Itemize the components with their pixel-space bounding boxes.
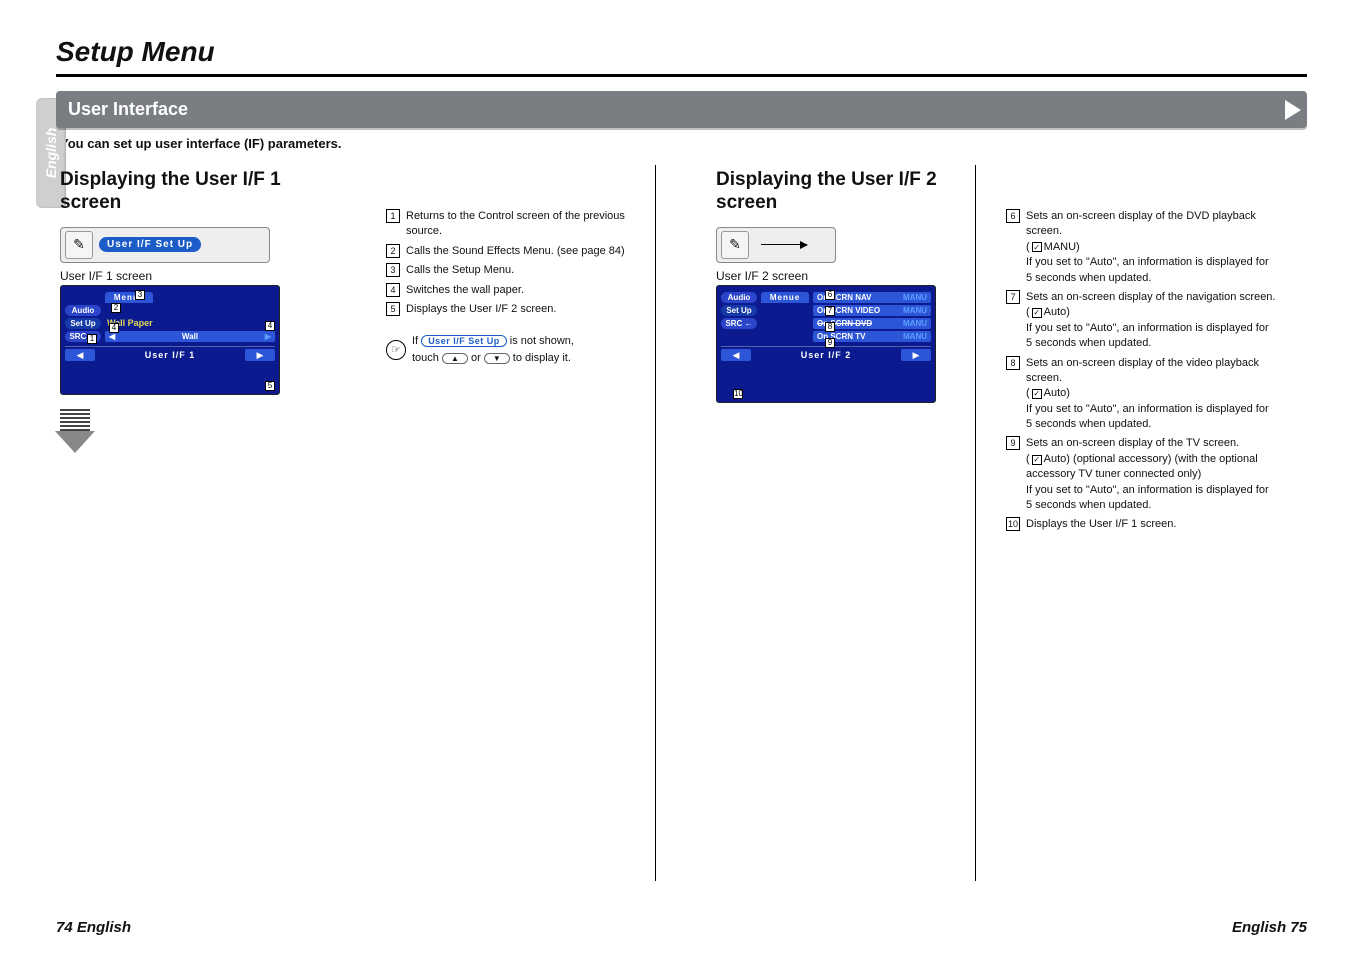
setup-pill-button[interactable]: User I/F Set Up [99,237,201,252]
screen2-title: User I/F 2 [801,350,852,360]
legend-text: Returns to the Control screen of the pre… [406,209,625,240]
callout-1: 1 [87,334,97,344]
wallpaper-option[interactable]: ◀Wall▶ [105,331,275,342]
note-pill: User I/F Set Up [421,335,507,347]
section-title: User Interface [68,99,188,119]
pencil-icon: ✎ [65,231,93,259]
setup-button-2[interactable]: Set Up [721,305,757,316]
legend-text: Sets an on-screen display of the DVD pla… [1026,209,1277,286]
legend-item: 6 Sets an on-screen display of the DVD pl… [1006,209,1277,286]
legend-num: 10 [1006,517,1020,531]
legend-num: 5 [386,302,400,316]
checkbox-icon: ✓ [1032,455,1042,465]
callout-3: 3 [135,290,145,300]
next-page-button-2[interactable]: ▶ [901,349,931,361]
prev-page-button-2[interactable]: ◀ [721,349,751,361]
legend-num: 6 [1006,209,1020,223]
legend-item: 5 Displays the User I/F 2 screen. [386,302,625,317]
legend-text: Sets an on-screen display of the navigat… [1026,290,1277,352]
up-button[interactable]: ▲ [442,353,468,364]
left-subheading: Displaying the User I/F 1 screen [60,169,326,215]
title-divider [56,74,1307,77]
legend-num: 4 [386,283,400,297]
display-note: ☞ If User I/F Set Up is not shown, touch… [386,333,625,366]
legend-num: 7 [1006,290,1020,304]
checkbox-icon: ✓ [1032,308,1042,318]
hand-icon: ☞ [386,340,406,360]
legend-num: 9 [1006,436,1020,450]
menue-tab-2[interactable]: Menue [761,292,809,303]
legend-item: 4 Switches the wall paper. [386,283,625,298]
legend-text: Calls the Sound Effects Menu. (see page … [406,244,625,259]
footer-right: English 75 [1232,919,1307,936]
nav-strip-1: ✎ User I/F Set Up [60,227,270,263]
src-button-2[interactable]: SRC ← [721,318,757,329]
legend-left: 1 Returns to the Control screen of the pr… [386,209,625,317]
screen2-caption: User I/F 2 screen [716,269,965,283]
page-title: Setup Menu [56,36,1307,68]
audio-button[interactable]: Audio [65,305,101,316]
callout-7: 7 [825,306,835,316]
legend-item: 3 Calls the Setup Menu. [386,263,625,278]
legend-num: 8 [1006,356,1020,370]
legend-text: Displays the User I/F 2 screen. [406,302,556,317]
legend-num: 2 [386,244,400,258]
chevron-right-icon [1285,100,1301,120]
legend-item: 10 Displays the User I/F 1 screen. [1006,517,1277,532]
arrow-right-icon [761,244,807,245]
checkbox-icon: ✓ [1032,242,1042,252]
menue-tab[interactable]: Menue [105,292,153,303]
legend-item: 7 Sets an on-screen display of the naviga… [1006,290,1277,352]
section-header: User Interface [56,91,1307,128]
legend-text: Sets an on-screen display of the video p… [1026,356,1277,433]
legend-text: Switches the wall paper. [406,283,524,298]
legend-text: Calls the Setup Menu. [406,263,514,278]
device-screen-2: 6 7 8 9 10 Audio Menue On SCRN NAVMANU S… [716,285,936,403]
audio-button-2[interactable]: Audio [721,292,757,303]
setup-button[interactable]: Set Up [65,318,101,329]
device-screen-1: 3 2 4 4 1 5 Menue Audio Set Up Wall Pape… [60,285,280,395]
pencil-icon-2: ✎ [721,231,749,259]
right-subheading: Displaying the User I/F 2 screen [716,169,965,215]
nav-strip-2: ✎ [716,227,836,263]
legend-right: 6 Sets an on-screen display of the DVD pl… [1006,209,1277,533]
callout-6: 6 [825,290,835,300]
callout-4-a: 4 [109,323,119,333]
callout-9: 9 [825,338,835,348]
legend-item: 9 Sets an on-screen display of the TV scr… [1006,436,1277,513]
next-page-button[interactable]: ▶ [245,349,275,361]
callout-4-b: 4 [265,321,275,331]
down-arrow-icon [60,409,90,453]
screen1-caption: User I/F 1 screen [60,269,326,283]
callout-10: 10 [733,389,743,399]
callout-5: 5 [265,381,275,391]
legend-item: 2 Calls the Sound Effects Menu. (see page… [386,244,625,259]
down-button[interactable]: ▼ [484,353,510,364]
callout-2: 2 [111,303,121,313]
legend-item: 1 Returns to the Control screen of the pr… [386,209,625,240]
legend-text: Displays the User I/F 1 screen. [1026,517,1176,532]
legend-num: 3 [386,263,400,277]
legend-item: 8 Sets an on-screen display of the video … [1006,356,1277,433]
prev-page-button[interactable]: ◀ [65,349,95,361]
footer-left: 74 English [56,919,131,936]
screen1-title: User I/F 1 [145,350,196,360]
legend-num: 1 [386,209,400,223]
section-intro: You can set up user interface (IF) param… [60,136,1307,151]
callout-8: 8 [825,322,835,332]
legend-text: Sets an on-screen display of the TV scre… [1026,436,1277,513]
checkbox-icon: ✓ [1032,389,1042,399]
